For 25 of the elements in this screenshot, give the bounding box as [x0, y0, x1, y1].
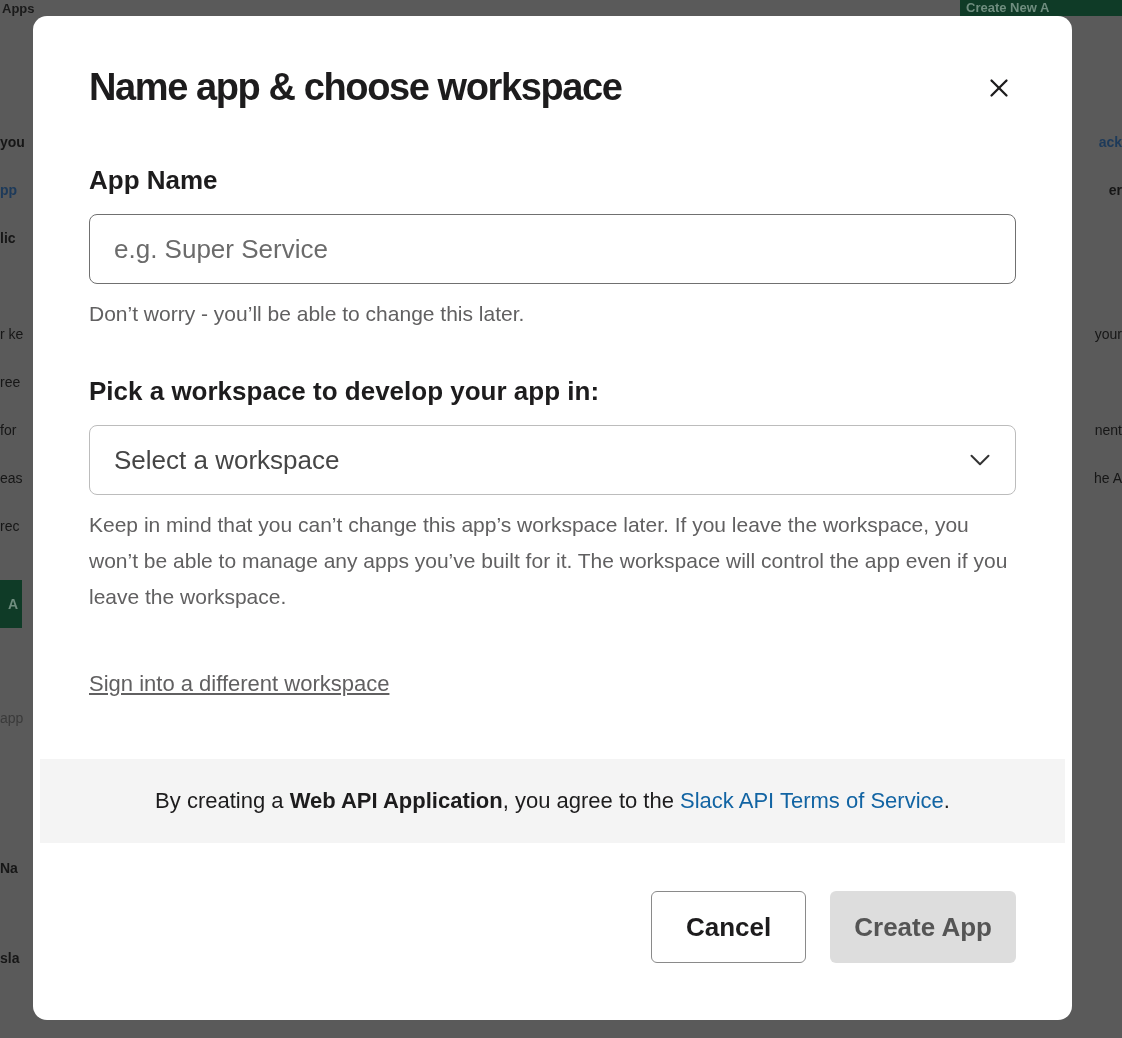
terms-text: By creating a Web API Application, you agree to the Slack API Terms of Service.: [155, 788, 950, 814]
cancel-button[interactable]: Cancel: [651, 891, 807, 963]
field-hint: Don’t worry - you’ll be able to change this later.: [89, 301, 526, 327]
dialog-title: Name app & choose workspace: [89, 66, 622, 109]
background-text: your: [1094, 325, 1122, 344]
background-text: r ke: [0, 325, 24, 344]
field-hint: Keep in mind that you can’t change this app’s workspace later. If you leave the workspace, you won’t be able to manage any apps you’ve built for it. The workspace will control the app even if you leave the workspace.: [89, 512, 1009, 610]
workspace-select[interactable]: Select a workspace: [89, 425, 1016, 495]
background-text: er: [1108, 181, 1122, 200]
background-title: Apps: [1, 2, 35, 16]
field-label: App Name: [89, 165, 219, 196]
app-name-field[interactable]: e.g. Super Service: [89, 214, 1016, 284]
background-text: ree: [0, 373, 21, 392]
background-text: Na: [0, 859, 18, 878]
sign-in-link[interactable]: Sign into a different workspace: [89, 671, 390, 697]
background-text: rec: [0, 517, 20, 536]
background-text: you: [0, 133, 25, 152]
background-text: lic: [0, 229, 16, 248]
background-text: for: [0, 421, 17, 440]
background-text: he A: [1093, 469, 1122, 488]
background-text: sla: [0, 949, 20, 968]
field-label: Pick a workspace to develop your app in:: [89, 376, 601, 407]
background-text: nent: [1094, 421, 1122, 440]
terms-link[interactable]: Slack API Terms of Service: [680, 788, 944, 813]
background-text: eas: [0, 469, 23, 488]
